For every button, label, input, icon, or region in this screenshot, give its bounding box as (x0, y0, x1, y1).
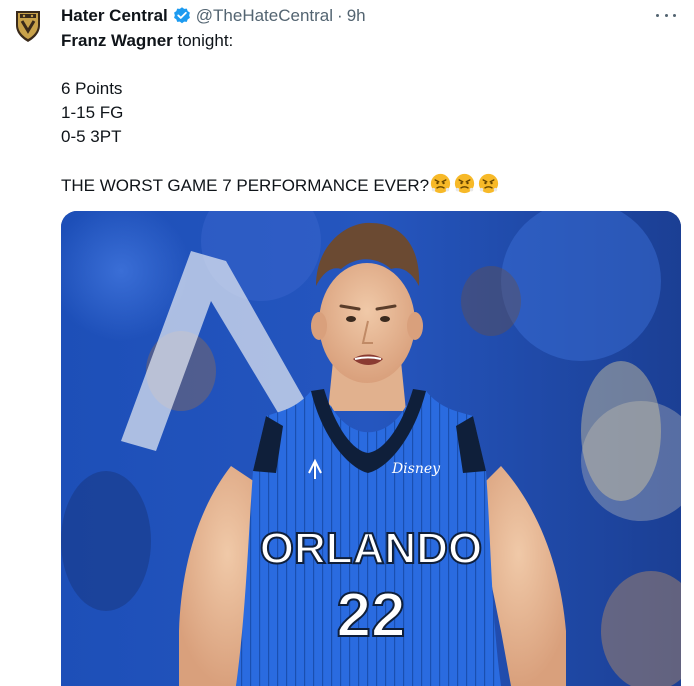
face-with-steam-from-nose-icon (430, 173, 451, 194)
emoji-group (430, 173, 502, 194)
face-with-steam-from-nose-icon (454, 173, 475, 194)
mentioned-player: Franz Wagner (61, 31, 173, 50)
separator-dot: · (337, 6, 343, 25)
headline-text: THE WORST GAME 7 PERFORMANCE EVER? (61, 176, 430, 195)
stat-three-pointers: 0-5 3PT (61, 127, 122, 146)
author-handle[interactable]: @TheHateCentral (196, 6, 333, 26)
tweet-text: Franz Wagner tonight: 6 Points 1-15 FG 0… (61, 29, 684, 197)
tweet-media-photo[interactable]: ORLANDO 22 Disney (61, 211, 681, 686)
intro-text: tonight: (172, 31, 234, 50)
timestamp[interactable]: 9h (347, 6, 366, 26)
jersey-number-text: 22 (337, 581, 406, 650)
stat-points: 6 Points (61, 79, 123, 98)
tweet-header: Hater Central @TheHateCentral · 9h (61, 5, 694, 27)
shield-logo-icon (16, 11, 40, 42)
jersey-team-text: ORLANDO (260, 524, 482, 573)
author-display-name[interactable]: Hater Central (61, 6, 168, 26)
more-options-icon[interactable] (656, 8, 676, 22)
author-avatar[interactable] (8, 6, 48, 46)
stat-field-goals: 1-15 FG (61, 103, 124, 122)
jersey-sponsor-text: Disney (391, 461, 441, 477)
verified-badge-icon[interactable] (172, 6, 192, 26)
face-with-steam-from-nose-icon (478, 173, 499, 194)
basketball-player-photo: ORLANDO 22 Disney (61, 211, 681, 686)
